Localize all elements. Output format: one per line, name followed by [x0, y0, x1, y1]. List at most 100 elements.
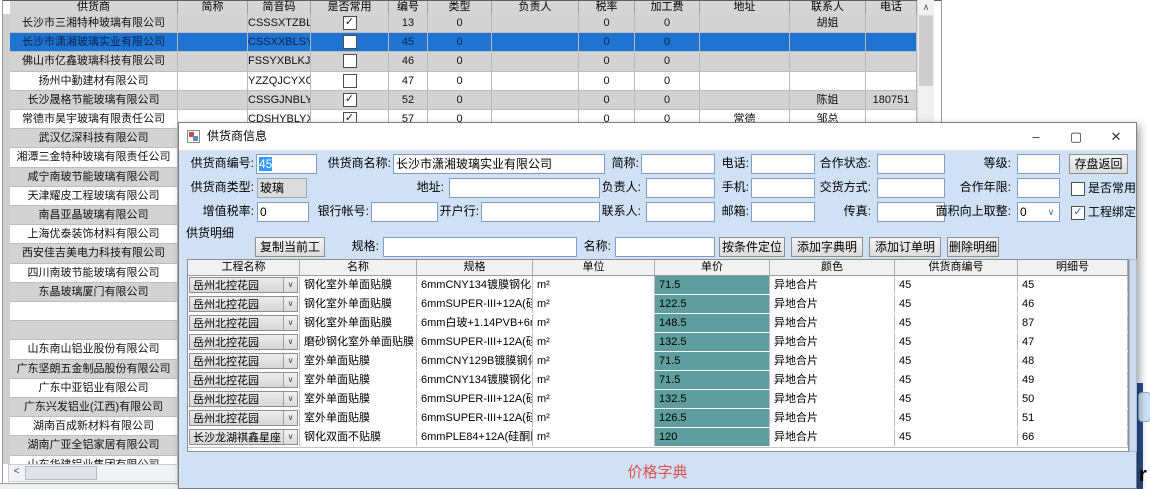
column-header[interactable]: 加工费	[635, 1, 700, 15]
project-combobox-cell[interactable]: 岳州北控花园∨	[188, 390, 300, 408]
is-common-checkbox[interactable]	[311, 33, 389, 51]
scroll-up-icon[interactable]: ∧	[918, 0, 934, 16]
project-bind-checkbox[interactable]: ✓工程绑定	[1071, 204, 1136, 220]
add-dictionary-detail-button[interactable]: 添加字典明细	[791, 237, 863, 257]
project-combobox[interactable]: 岳州北控花园∨	[189, 410, 298, 426]
dialog-titlebar[interactable]: 供货商信息 – ▢ ✕	[179, 123, 1136, 151]
column-header[interactable]: 地址	[700, 1, 790, 15]
scrollbar-thumb[interactable]	[919, 16, 933, 86]
column-header[interactable]: 编号	[389, 1, 428, 15]
detail-column-header[interactable]: 颜色	[770, 260, 895, 276]
detail-column-header[interactable]: 单价	[655, 260, 770, 276]
project-combobox-cell[interactable]: 长沙龙湖祺鑫星座∨	[188, 428, 300, 446]
detail-row[interactable]: 长沙龙湖祺鑫星座∨钢化双面不贴膜6mmPLE84+12A(硅酮胶...m²120…	[188, 428, 1128, 448]
name-filter-input[interactable]	[615, 237, 715, 257]
detail-row[interactable]: 岳州北控花园∨室外单面贴膜6mmSUPER-III+12A(硅...m²126.…	[188, 409, 1128, 429]
project-combobox-cell[interactable]: 岳州北控花园∨	[188, 276, 300, 294]
detail-column-header[interactable]: 供货商编号	[895, 260, 1018, 276]
chevron-down-icon[interactable]: ∨	[283, 354, 297, 368]
detail-row[interactable]: 岳州北控花园∨钢化室外单面贴膜6mmSUPER-III+12A(硅...m²12…	[188, 295, 1128, 315]
detail-row[interactable]: 岳州北控花园∨钢化室外单面贴膜6mmCNY134镀膜钢化m²71.5异地合片45…	[188, 276, 1128, 296]
detail-row[interactable]: 岳州北控花园∨磨砂钢化室外单面贴膜6mmSUPER-III+12A(硅...m²…	[188, 333, 1128, 353]
is-common-checkbox[interactable]	[311, 52, 389, 70]
supplier-row[interactable]: 长沙市三湘特种玻璃有限公司CSSSXTZBL...✓13000胡姐	[10, 14, 917, 33]
email-input[interactable]	[751, 202, 815, 222]
supplier-row[interactable]: 长沙市潇湘玻璃实业有限公司CSSXXBLSY...45000	[10, 33, 917, 52]
chevron-down-icon[interactable]: ∨	[283, 430, 297, 444]
scroll-left-icon[interactable]: <	[9, 465, 24, 479]
maximize-button[interactable]: ▢	[1056, 123, 1096, 150]
project-combobox-cell[interactable]: 岳州北控花园∨	[188, 314, 300, 332]
detail-column-header[interactable]: 单位	[533, 260, 655, 276]
contact-input[interactable]	[646, 202, 715, 222]
column-header[interactable]: 负责人	[492, 1, 579, 15]
project-combobox-cell[interactable]: 岳州北控花园∨	[188, 295, 300, 313]
add-order-detail-button[interactable]: 添加订单明细	[869, 237, 941, 257]
detail-column-header[interactable]: 明细号	[1018, 260, 1128, 276]
area-round-up-input[interactable]: 0∨	[1017, 202, 1060, 222]
supplier-name-input[interactable]: 长沙市潇湘玻璃实业有限公司	[393, 154, 605, 174]
locate-by-condition-button[interactable]: 按条件定位	[719, 237, 785, 257]
supplier-row[interactable]: 扬州中勤建材有限公司YZZQJCYXGS47000	[10, 72, 917, 91]
detail-row[interactable]: 岳州北控花园∨室外单面贴膜6mmCNY134镀膜钢化m²71.5异地合片4549	[188, 371, 1128, 391]
detail-column-header[interactable]: 工程名称	[188, 260, 300, 276]
scrollbar-thumb[interactable]	[25, 466, 97, 480]
is-common-checkbox[interactable]	[311, 72, 389, 90]
is-common-checkbox[interactable]: 是否常用	[1071, 180, 1136, 196]
project-combobox-cell[interactable]: 岳州北控花园∨	[188, 371, 300, 389]
copy-current-project-button[interactable]: 复制当前工程	[255, 237, 325, 257]
delete-detail-button[interactable]: 删除明细	[947, 237, 999, 257]
project-combobox-cell[interactable]: 岳州北控花园∨	[188, 409, 300, 427]
chevron-down-icon[interactable]: ∨	[283, 297, 297, 311]
bank-name-input[interactable]	[481, 202, 600, 222]
project-combobox[interactable]: 长沙龙湖祺鑫星座∨	[189, 429, 298, 445]
phone-input[interactable]	[751, 154, 815, 174]
column-header[interactable]: 税率	[579, 1, 635, 15]
chevron-down-icon[interactable]: ∨	[283, 335, 297, 349]
mobile-input[interactable]	[751, 178, 815, 198]
is-common-checkbox[interactable]: ✓	[311, 91, 389, 109]
column-header[interactable]: 供货商	[10, 1, 178, 15]
supplier-row[interactable]: 佛山市亿鑫玻璃科技有限公司FSSYXBLKJ...46000	[10, 52, 917, 71]
column-header[interactable]: 电话	[866, 1, 917, 15]
vat-rate-input[interactable]: 0	[257, 202, 309, 222]
supplier-type-input[interactable]: 玻璃	[257, 178, 307, 198]
is-common-checkbox[interactable]: ✓	[311, 14, 389, 32]
column-header[interactable]: 简音码	[248, 1, 311, 15]
close-button[interactable]: ✕	[1096, 123, 1136, 150]
chevron-down-icon[interactable]: ∨	[283, 373, 297, 387]
chevron-down-icon[interactable]: ∨	[283, 278, 297, 292]
project-combobox[interactable]: 岳州北控花园∨	[189, 315, 298, 331]
column-header[interactable]: 类型	[428, 1, 492, 15]
spec-filter-input[interactable]	[383, 237, 577, 257]
chevron-down-icon[interactable]: ∨	[283, 316, 297, 330]
detail-row[interactable]: 岳州北控花园∨室外单面贴膜6mmSUPER-III+12A(硅...m²132.…	[188, 390, 1128, 410]
delivery-method-input[interactable]	[877, 178, 945, 198]
save-return-button[interactable]: 存盘返回	[1069, 154, 1128, 174]
project-combobox[interactable]: 岳州北控花园∨	[189, 277, 298, 293]
chevron-down-icon[interactable]: ∨	[283, 411, 297, 425]
detail-column-header[interactable]: 规格	[417, 260, 533, 276]
manager-input[interactable]	[646, 178, 715, 198]
chevron-down-icon[interactable]: ∨	[1044, 204, 1058, 220]
supplier-row[interactable]: 长沙晟格节能玻璃有限公司CSSGJNBLYXGS✓52000陈姐180751	[10, 91, 917, 110]
grade-input[interactable]	[1017, 154, 1060, 174]
address-input[interactable]	[449, 178, 600, 198]
suppliers-horizontal-scrollbar[interactable]: <	[8, 464, 178, 482]
project-combobox-cell[interactable]: 岳州北控花园∨	[188, 333, 300, 351]
edge-scrollbar-thumb[interactable]	[1138, 392, 1150, 422]
project-combobox[interactable]: 岳州北控花园∨	[189, 391, 298, 407]
short-name-input[interactable]	[641, 154, 715, 174]
coop-status-input[interactable]	[877, 154, 945, 174]
chevron-down-icon[interactable]: ∨	[283, 392, 297, 406]
minimize-button[interactable]: –	[1016, 123, 1056, 150]
coop-years-input[interactable]	[1017, 178, 1060, 198]
project-combobox[interactable]: 岳州北控花园∨	[189, 334, 298, 350]
detail-column-header[interactable]: 名称	[300, 260, 417, 276]
project-combobox[interactable]: 岳州北控花园∨	[189, 372, 298, 388]
project-combobox[interactable]: 岳州北控花园∨	[189, 296, 298, 312]
column-header[interactable]: 联系人	[790, 1, 866, 15]
supplier-no-input[interactable]: 45	[256, 154, 317, 174]
detail-row[interactable]: 岳州北控花园∨室外单面贴膜6mmCNY129B镀膜钢化m²71.5异地合片454…	[188, 352, 1128, 372]
detail-row[interactable]: 岳州北控花园∨钢化室外单面贴膜6mm白玻+1.14PVB+6mm...m²148…	[188, 314, 1128, 334]
